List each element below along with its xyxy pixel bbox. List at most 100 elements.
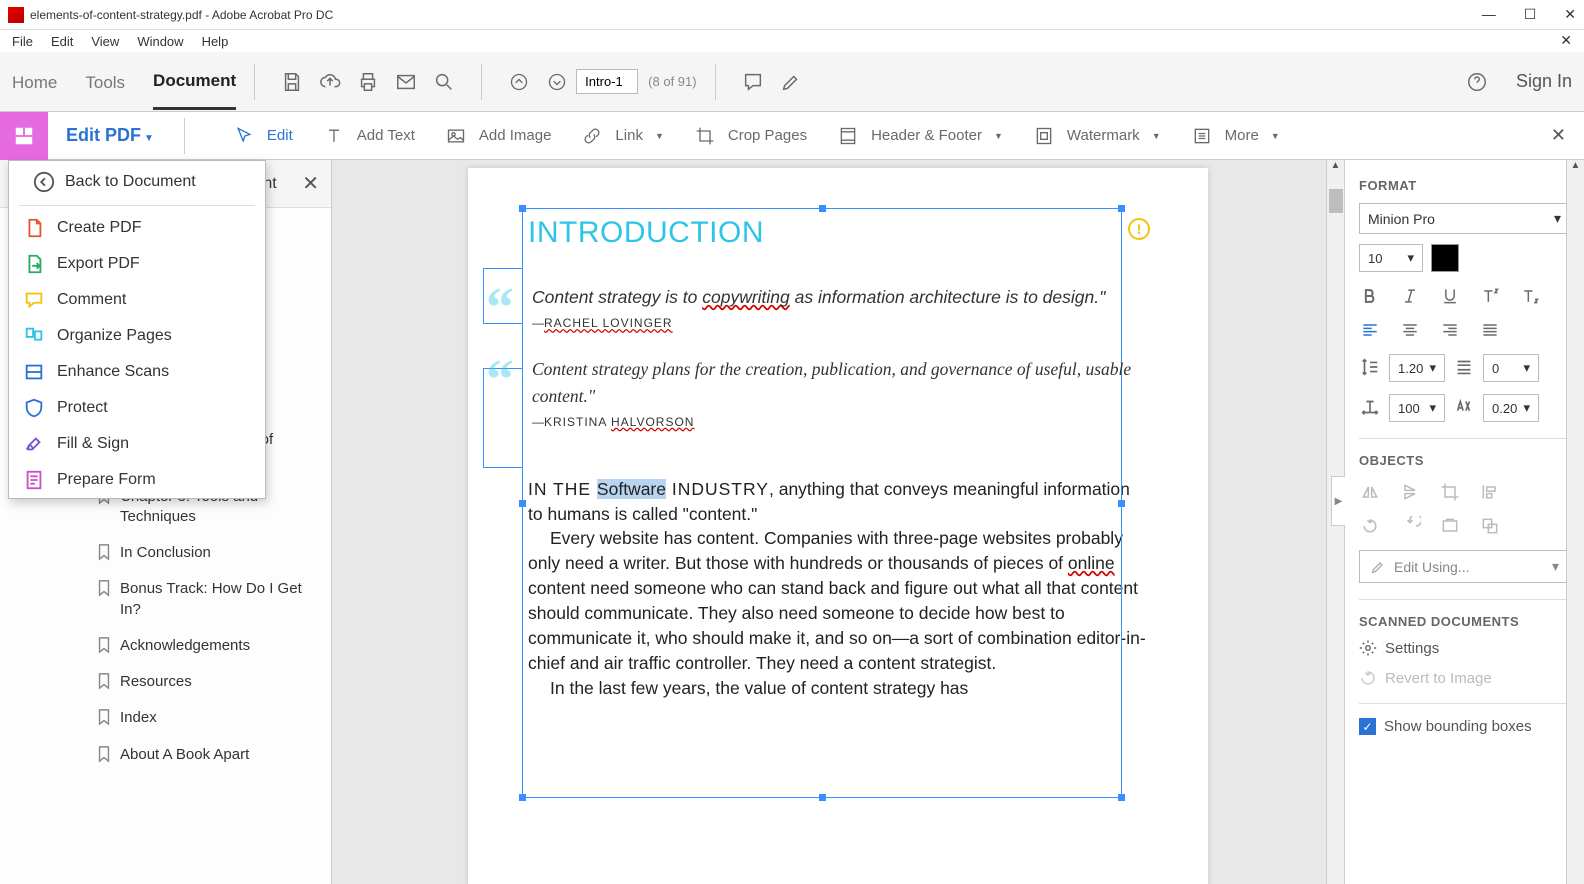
tool-header-footer[interactable]: Header & Footer ▼ (837, 125, 1003, 147)
quote-text: Content strategy is to copywriting as in… (532, 284, 1148, 310)
comment-bubble-icon[interactable] (742, 71, 764, 93)
horizontal-scale-icon (1359, 396, 1381, 421)
popup-create-pdf[interactable]: Create PDF (9, 210, 265, 246)
organize-pages-icon (23, 325, 45, 347)
tool-link[interactable]: Link ▼ (581, 125, 663, 147)
doc-close-button[interactable]: ✕ (1560, 32, 1572, 49)
objects-heading: OBJECTS (1359, 453, 1570, 468)
popup-organize-pages[interactable]: Organize Pages (9, 318, 265, 354)
tools-popup: Back to Document Create PDF Export PDF C… (8, 160, 266, 499)
edit-pdf-dropdown[interactable]: Edit PDF▼ (66, 125, 154, 146)
page-up-icon[interactable] (508, 71, 530, 93)
align-right-icon[interactable] (1439, 320, 1461, 340)
outline-row[interactable]: About A Book Apart (0, 737, 331, 773)
tool-add-text[interactable]: Add Text (323, 125, 415, 147)
help-icon[interactable] (1466, 71, 1488, 93)
collapse-panel-tab[interactable]: ▶ (1331, 476, 1345, 526)
page-input[interactable] (576, 69, 638, 94)
close-edit-toolbar[interactable]: ✕ (1551, 125, 1566, 146)
rotate-ccw-icon[interactable] (1359, 516, 1381, 536)
underline-icon[interactable] (1439, 286, 1461, 306)
outline-row[interactable]: In Conclusion (0, 535, 331, 571)
page-down-icon[interactable] (546, 71, 568, 93)
outline-row[interactable]: Index (0, 700, 331, 736)
italic-icon[interactable] (1399, 286, 1421, 306)
font-family-select[interactable]: Minion Pro▾ (1359, 203, 1570, 234)
popup-protect[interactable]: Protect (9, 390, 265, 426)
tool-add-image[interactable]: Add Image (445, 125, 552, 147)
print-icon[interactable] (357, 71, 379, 93)
save-icon[interactable] (281, 71, 303, 93)
font-size-input[interactable]: 10▾ (1359, 244, 1423, 272)
align-center-icon[interactable] (1399, 320, 1421, 340)
bookmark-icon (96, 543, 112, 561)
enhance-scans-icon (23, 361, 45, 383)
edit-using-dropdown[interactable]: Edit Using...▾ (1359, 550, 1570, 583)
right-panel-scrollbar[interactable]: ▲ (1566, 160, 1584, 884)
tab-tools[interactable]: Tools (85, 55, 125, 109)
close-button[interactable]: ✕ (1564, 6, 1576, 23)
rotate-cw-icon[interactable] (1399, 516, 1421, 536)
page-count: (8 of 91) (648, 74, 696, 89)
header-footer-icon (837, 125, 859, 147)
flip-horizontal-icon[interactable] (1359, 482, 1381, 502)
flip-vertical-icon[interactable] (1399, 482, 1421, 502)
arrange-icon[interactable] (1479, 516, 1501, 536)
subscript-icon[interactable] (1519, 286, 1541, 306)
crop-icon (694, 125, 716, 147)
bold-icon[interactable] (1359, 286, 1381, 306)
close-panel-icon[interactable]: ✕ (302, 171, 319, 196)
tool-more[interactable]: More ▼ (1191, 125, 1280, 147)
search-icon[interactable] (433, 71, 455, 93)
menu-file[interactable]: File (12, 34, 33, 49)
font-color-picker[interactable] (1431, 244, 1459, 272)
paragraph-spacing-icon (1453, 356, 1475, 381)
highlight-pen-icon[interactable] (780, 71, 802, 93)
main-toolbar: Home Tools Document (8 of 91) Sign In (0, 52, 1584, 112)
back-to-document[interactable]: Back to Document (19, 161, 255, 206)
cloud-upload-icon[interactable] (319, 71, 341, 93)
tab-home[interactable]: Home (12, 55, 57, 109)
tool-watermark[interactable]: Watermark ▼ (1033, 125, 1161, 147)
minimize-button[interactable]: — (1482, 6, 1496, 23)
show-bounding-checkbox[interactable]: ✓ Show bounding boxes (1359, 718, 1570, 735)
popup-export-pdf[interactable]: Export PDF (9, 246, 265, 282)
popup-fill-sign[interactable]: Fill & Sign (9, 426, 265, 462)
quote-attribution: —KRISTINA HALVORSON (532, 415, 1148, 429)
crop-obj-icon[interactable] (1439, 482, 1461, 502)
outline-row[interactable]: Acknowledgements (0, 628, 331, 664)
outline-row[interactable]: Resources (0, 664, 331, 700)
superscript-icon[interactable] (1479, 286, 1501, 306)
sign-in-link[interactable]: Sign In (1516, 71, 1572, 92)
align-left-icon[interactable] (1359, 320, 1381, 340)
outline-row[interactable]: Bonus Track: How Do I Get In? (0, 571, 331, 628)
menu-view[interactable]: View (91, 34, 119, 49)
menu-help[interactable]: Help (202, 34, 229, 49)
warning-icon[interactable]: ! (1128, 218, 1150, 240)
watermark-icon (1033, 125, 1055, 147)
menu-edit[interactable]: Edit (51, 34, 73, 49)
scanned-settings[interactable]: Settings (1359, 639, 1570, 657)
menu-window[interactable]: Window (137, 34, 183, 49)
scanned-heading: SCANNED DOCUMENTS (1359, 614, 1570, 629)
replace-image-icon[interactable] (1439, 516, 1461, 536)
edit-pdf-toolbar: Edit PDF▼ Edit Add Text Add Image Link ▼… (0, 112, 1584, 160)
popup-enhance-scans[interactable]: Enhance Scans (9, 354, 265, 390)
paragraph-spacing-input[interactable]: 0▾ (1483, 354, 1539, 382)
maximize-button[interactable]: ☐ (1524, 6, 1537, 23)
align-justify-icon[interactable] (1479, 320, 1501, 340)
popup-comment[interactable]: Comment (9, 282, 265, 318)
popup-prepare-form[interactable]: Prepare Form (9, 462, 265, 498)
char-spacing-input[interactable]: 0.20▾ (1483, 394, 1539, 422)
tool-edit[interactable]: Edit (233, 125, 293, 147)
mail-icon[interactable] (395, 71, 417, 93)
horizontal-scale-input[interactable]: 100▾ (1389, 394, 1445, 422)
tab-document[interactable]: Document (153, 53, 236, 110)
tool-crop-pages[interactable]: Crop Pages (694, 125, 807, 147)
align-obj-icon[interactable] (1479, 482, 1501, 502)
prepare-form-icon (23, 469, 45, 491)
pdf-page[interactable]: ! INTRODUCTION “ Content strategy is to … (468, 168, 1208, 884)
line-spacing-input[interactable]: 1.20▾ (1389, 354, 1445, 382)
left-panel: tent ✕ Chapter 2: The Craft of Content S… (0, 160, 332, 884)
quote-mark-icon: “ (486, 276, 514, 340)
